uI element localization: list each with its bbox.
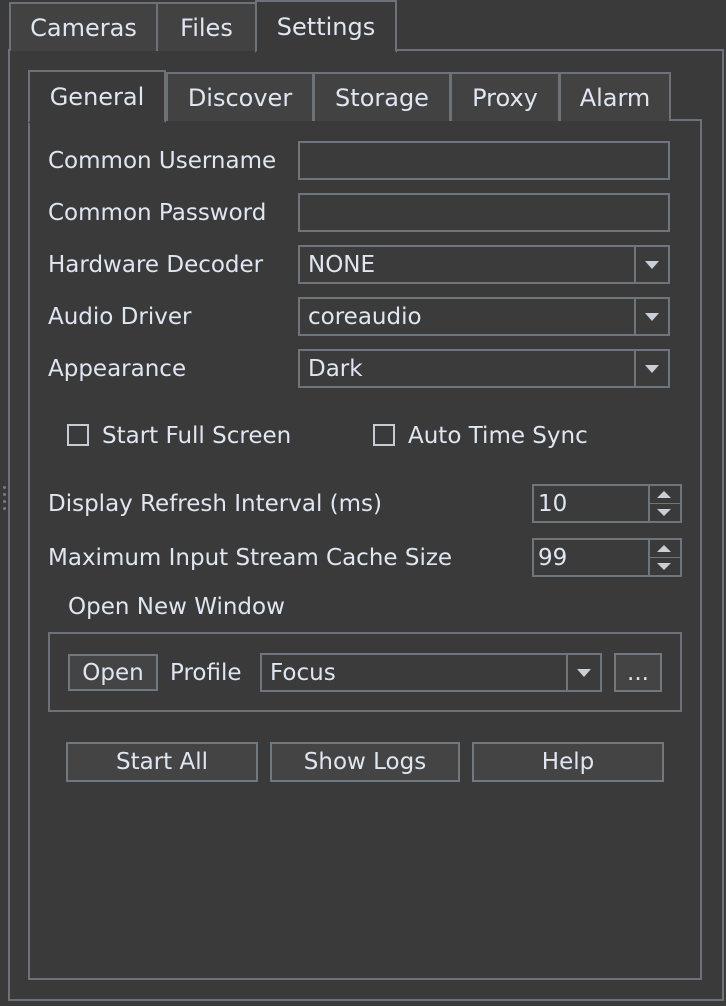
start-full-screen-checkbox[interactable] (67, 424, 89, 446)
display-refresh-spinbox[interactable]: 10 (532, 484, 650, 523)
spin-down-icon[interactable] (648, 503, 680, 521)
max-cache-size-stepper[interactable] (648, 538, 682, 577)
show-logs-button[interactable]: Show Logs (270, 742, 460, 782)
chevron-down-icon[interactable] (634, 247, 668, 282)
max-cache-size-spinbox[interactable]: 99 (532, 538, 650, 577)
auto-time-sync-checkbox[interactable] (373, 424, 395, 446)
common-username-label: Common Username (48, 148, 277, 174)
spin-up-icon[interactable] (648, 486, 680, 503)
open-new-window-title: Open New Window (68, 594, 285, 620)
tab-discover[interactable]: Discover (166, 72, 314, 121)
max-cache-size-label: Maximum Input Stream Cache Size (48, 545, 453, 571)
common-password-field[interactable] (298, 193, 670, 232)
start-all-button[interactable]: Start All (66, 742, 258, 782)
chevron-down-icon[interactable] (566, 655, 600, 690)
help-button[interactable]: Help (472, 742, 664, 782)
audio-driver-label: Audio Driver (48, 304, 192, 330)
profile-select[interactable]: Focus (260, 653, 602, 692)
display-refresh-stepper[interactable] (648, 484, 682, 523)
audio-driver-value: coreaudio (308, 303, 422, 330)
auto-time-sync-label[interactable]: Auto Time Sync (408, 418, 588, 454)
audio-driver-select[interactable]: coreaudio (298, 297, 670, 336)
resize-grip[interactable] (3, 486, 9, 520)
hardware-decoder-select[interactable]: NONE (298, 245, 670, 284)
spin-down-icon[interactable] (648, 557, 680, 575)
profile-value: Focus (270, 659, 336, 686)
spin-up-icon[interactable] (648, 540, 680, 557)
profile-more-button[interactable]: ... (614, 653, 662, 692)
display-refresh-label: Display Refresh Interval (ms) (48, 491, 382, 517)
hardware-decoder-value: NONE (308, 251, 376, 278)
tab-settings[interactable]: Settings (255, 0, 397, 53)
appearance-select[interactable]: Dark (298, 349, 670, 388)
chevron-down-icon[interactable] (634, 299, 668, 334)
open-button[interactable]: Open (68, 654, 158, 691)
tab-storage[interactable]: Storage (313, 72, 451, 121)
tab-general[interactable]: General (28, 70, 166, 123)
tab-files[interactable]: Files (156, 2, 257, 51)
hardware-decoder-label: Hardware Decoder (48, 252, 264, 278)
appearance-value: Dark (308, 355, 363, 382)
settings-window: { "main_tabs": [ {"label": "Cameras", "a… (0, 0, 726, 1006)
start-full-screen-label[interactable]: Start Full Screen (102, 418, 291, 454)
common-password-label: Common Password (48, 200, 267, 226)
chevron-down-icon[interactable] (634, 351, 668, 386)
common-username-field[interactable] (298, 141, 670, 180)
tab-alarm[interactable]: Alarm (559, 72, 671, 121)
tab-cameras[interactable]: Cameras (9, 2, 158, 51)
profile-label: Profile (170, 659, 242, 686)
tab-proxy[interactable]: Proxy (450, 72, 560, 121)
appearance-label: Appearance (48, 356, 187, 382)
